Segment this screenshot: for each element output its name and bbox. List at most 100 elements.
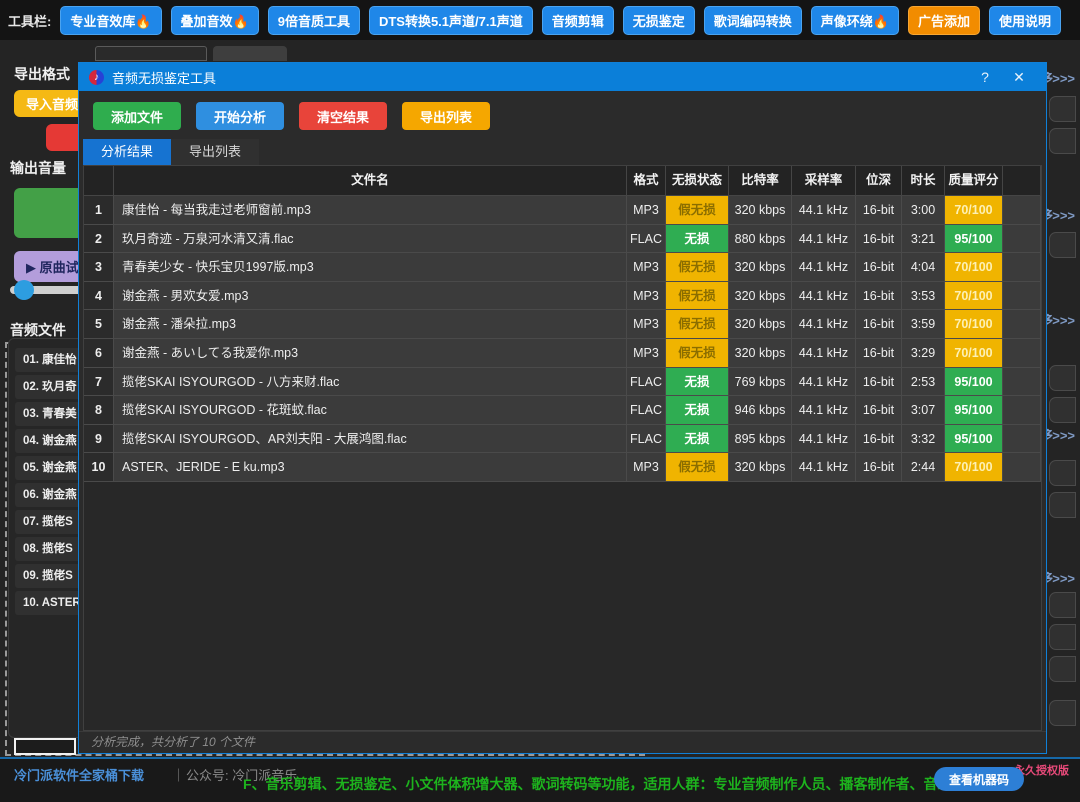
cell-samplerate: 44.1 kHz (792, 224, 856, 254)
toolbar-button[interactable]: 声像环绕🔥 (810, 5, 899, 35)
dialog-title: 音频无损鉴定工具 (112, 70, 217, 86)
cell-format: MP3 (627, 310, 666, 339)
cell-quality-score: 95/100 (945, 367, 1003, 397)
cell-bitdepth: 16-bit (856, 453, 902, 482)
toolbar-button[interactable]: 叠加音效🔥 (170, 5, 259, 35)
edge-button[interactable] (1049, 492, 1076, 518)
edge-button[interactable] (1049, 96, 1076, 122)
edge-button[interactable] (1049, 397, 1076, 423)
cell-format: MP3 (627, 338, 666, 368)
cell-duration: 2:44 (902, 453, 945, 482)
table-row[interactable]: 3 青春美少女 - 快乐宝贝1997版.mp3 MP3 假无损 320 kbps 44.1… (84, 253, 1041, 282)
cell-quality-score: 95/100 (945, 224, 1003, 254)
table-row[interactable]: 9 揽佬SKAI ISYOURGOD、AR刘夫阳 - 大展鸿图.flac FLAC 无… (84, 424, 1041, 454)
cell-samplerate: 44.1 kHz (792, 196, 856, 225)
dialog-action-buttons: 添加文件 开始分析 清空结果 导出列表 (79, 91, 1046, 139)
music-note-icon: ♪ (89, 69, 104, 85)
cell-lossless-status: 假无损 (666, 338, 729, 368)
cell-filename: 玖月奇迹 - 万泉河水清又清.flac (114, 224, 627, 254)
cell-filename: 揽佬SKAI ISYOURGOD - 花斑蚊.flac (114, 396, 627, 425)
toolbar-button[interactable]: 音频剪辑 (541, 5, 614, 35)
table-row[interactable]: 7 揽佬SKAI ISYOURGOD - 八方来财.flac FLAC 无损 769 k… (84, 367, 1041, 397)
cell-filler (1003, 424, 1041, 454)
cell-bitrate: 880 kbps (729, 224, 792, 254)
tab-导出列表[interactable]: 导出列表 (171, 139, 260, 165)
export-format-label: 导出格式 (14, 66, 70, 82)
cell-filler (1003, 453, 1041, 482)
table-row[interactable]: 5 谢金燕 - 潘朵拉.mp3 MP3 假无损 320 kbps 44.1 kHz 16-b… (84, 310, 1041, 339)
cell-bitrate: 320 kbps (729, 196, 792, 225)
cell-filename: 揽佬SKAI ISYOURGOD - 八方来财.flac (114, 367, 627, 397)
cell-bitdepth: 16-bit (856, 196, 902, 225)
row-number: 3 (84, 253, 114, 282)
cell-samplerate: 44.1 kHz (792, 310, 856, 339)
row-number: 4 (84, 281, 114, 311)
cell-filename: 谢金燕 - 男欢女爱.mp3 (114, 281, 627, 311)
cell-bitrate: 320 kbps (729, 281, 792, 311)
cell-samplerate: 44.1 kHz (792, 367, 856, 397)
cell-filler (1003, 196, 1041, 225)
cell-duration: 3:53 (902, 281, 945, 311)
dialog-titlebar[interactable]: ♪ 音频无损鉴定工具 ? ✕ (79, 63, 1046, 91)
cell-lossless-status: 假无损 (666, 310, 729, 339)
dialog-tabs: 分析结果 导出列表 (83, 139, 1046, 165)
edge-button[interactable] (1049, 592, 1076, 618)
toolbar-button[interactable]: 无损鉴定 (622, 5, 695, 35)
toolbar-button[interactable]: 歌词编码转换 (703, 5, 802, 35)
cell-bitrate: 320 kbps (729, 453, 792, 482)
toolbar-button[interactable]: 使用说明 (988, 5, 1061, 35)
row-number: 8 (84, 396, 114, 425)
edge-button[interactable] (1049, 365, 1076, 391)
cell-bitdepth: 16-bit (856, 281, 902, 311)
cell-quality-score: 95/100 (945, 424, 1003, 454)
cell-samplerate: 44.1 kHz (792, 453, 856, 482)
edge-button[interactable] (1049, 460, 1076, 486)
toolbar-buttons: 专业音效库🔥 叠加音效🔥 9倍音质工具 DTS转换5.1声道/7.1声道 音频剪辑 无损鉴… (60, 5, 1061, 35)
table-row[interactable]: 2 玖月奇迹 - 万泉河水清又清.flac FLAC 无损 880 kbps 44.1 k… (84, 224, 1041, 254)
edge-button[interactable] (1049, 624, 1076, 650)
download-link[interactable]: 冷门派软件全家桶下载 (14, 765, 144, 784)
cell-duration: 3:32 (902, 424, 945, 454)
help-button[interactable]: ? (968, 69, 1002, 85)
volume-slider-knob[interactable] (14, 280, 34, 300)
table-row[interactable]: 6 谢金燕 - あいしてる我爱你.mp3 MP3 假无损 320 kbps 44.1 kH… (84, 338, 1041, 368)
cell-quality-score: 95/100 (945, 396, 1003, 425)
dialog-action-button[interactable]: 导出列表 (402, 102, 490, 130)
cell-format: MP3 (627, 281, 666, 311)
column-header: 位深 (856, 166, 902, 196)
toolbar-button[interactable]: 专业音效库🔥 (60, 5, 162, 35)
close-button[interactable]: ✕ (1002, 69, 1036, 86)
cell-samplerate: 44.1 kHz (792, 396, 856, 425)
view-machine-code-button[interactable]: 查看机器码 (934, 767, 1024, 791)
tab-分析结果[interactable]: 分析结果 (83, 139, 172, 165)
column-header: 比特率 (729, 166, 792, 196)
cell-bitrate: 895 kbps (729, 424, 792, 454)
cell-filename: 康佳怡 - 每当我走过老师窗前.mp3 (114, 196, 627, 225)
dialog-action-button[interactable]: 清空结果 (299, 102, 387, 130)
cell-filler (1003, 338, 1041, 368)
toolbar-button[interactable]: 9倍音质工具 (267, 5, 360, 35)
background-dropdown[interactable] (95, 46, 207, 61)
progress-box (14, 738, 76, 755)
edge-button[interactable] (1049, 700, 1076, 726)
table-row[interactable]: 4 谢金燕 - 男欢女爱.mp3 MP3 假无损 320 kbps 44.1 kHz 16-… (84, 281, 1041, 311)
toolbar-button[interactable]: 广告添加 (907, 5, 980, 35)
dialog-action-button[interactable]: 开始分析 (196, 102, 284, 130)
table-row[interactable]: 8 揽佬SKAI ISYOURGOD - 花斑蚊.flac FLAC 无损 946 kb… (84, 396, 1041, 425)
table-row[interactable]: 1 康佳怡 - 每当我走过老师窗前.mp3 MP3 假无损 320 kbps 44.1 k… (84, 196, 1041, 225)
cell-bitdepth: 16-bit (856, 253, 902, 282)
background-button[interactable] (213, 46, 287, 61)
dialog-action-button[interactable]: 添加文件 (93, 102, 181, 130)
edge-button[interactable] (1049, 232, 1076, 258)
cell-format: FLAC (627, 424, 666, 454)
cell-duration: 2:53 (902, 367, 945, 397)
cell-filler (1003, 281, 1041, 311)
cell-bitdepth: 16-bit (856, 424, 902, 454)
edge-button[interactable] (1049, 656, 1076, 682)
table-row[interactable]: 10 ASTER、JERIDE - E ku.mp3 MP3 假无损 320 kbps 4… (84, 453, 1041, 482)
cell-filler (1003, 396, 1041, 425)
cell-duration: 3:07 (902, 396, 945, 425)
toolbar-button[interactable]: DTS转换5.1声道/7.1声道 (368, 5, 533, 35)
edge-button[interactable] (1049, 128, 1076, 154)
cell-bitdepth: 16-bit (856, 338, 902, 368)
